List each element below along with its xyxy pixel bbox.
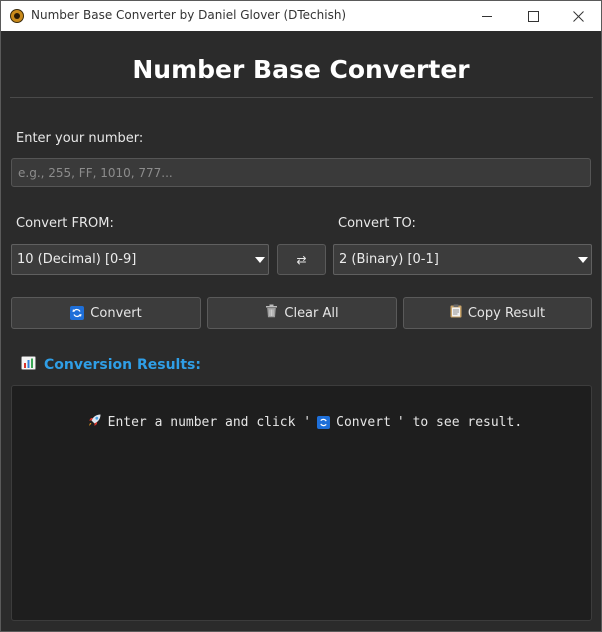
convert-button[interactable]: Convert xyxy=(11,297,201,329)
bar-chart-icon xyxy=(21,356,36,374)
copy-result-button[interactable]: Copy Result xyxy=(403,297,592,329)
results-message-button: Convert xyxy=(336,415,391,430)
clipboard-icon xyxy=(450,304,462,322)
convert-button-label: Convert xyxy=(90,305,142,321)
from-base-select[interactable]: 10 (Decimal) [0-9] xyxy=(11,244,269,275)
refresh-icon xyxy=(317,416,331,429)
clear-all-button-label: Clear All xyxy=(284,305,339,321)
chevron-down-icon xyxy=(253,246,267,273)
number-input[interactable] xyxy=(11,158,591,187)
from-base-value: 10 (Decimal) [0-9] xyxy=(17,252,137,267)
trash-icon xyxy=(265,304,278,322)
app-icon xyxy=(10,9,24,23)
close-button[interactable] xyxy=(555,1,601,31)
results-output[interactable]: Enter a number and click ' Convert ' to s… xyxy=(11,385,592,621)
swap-button[interactable]: ⇄ xyxy=(277,244,326,275)
number-input-label: Enter your number: xyxy=(16,131,144,146)
swap-icon: ⇄ xyxy=(296,252,307,267)
to-base-select[interactable]: 2 (Binary) [0-1] xyxy=(333,244,592,275)
results-message: Enter a number and click ' Convert ' to s… xyxy=(24,398,522,447)
results-message-prefix: Enter a number and click ' xyxy=(107,415,312,430)
clear-all-button[interactable]: Clear All xyxy=(207,297,397,329)
chevron-down-icon xyxy=(576,246,590,273)
maximize-icon xyxy=(527,10,539,22)
window-title: Number Base Converter by Daniel Glover (… xyxy=(31,8,347,22)
results-heading: Conversion Results: xyxy=(21,356,201,374)
title-bar: Number Base Converter by Daniel Glover (… xyxy=(1,1,601,31)
convert-to-label: Convert TO: xyxy=(338,216,416,231)
minimize-icon xyxy=(482,15,492,17)
results-title: Conversion Results: xyxy=(44,357,201,373)
to-base-value: 2 (Binary) [0-1] xyxy=(339,252,439,267)
app-window: Number Base Converter by Daniel Glover (… xyxy=(0,0,602,632)
copy-result-button-label: Copy Result xyxy=(467,305,546,321)
maximize-button[interactable] xyxy=(510,1,556,31)
results-message-suffix: ' to see result. xyxy=(396,415,523,430)
minimize-button[interactable] xyxy=(464,1,510,31)
page-title: Number Base Converter xyxy=(132,55,470,84)
header-divider xyxy=(10,97,593,98)
convert-from-label: Convert FROM: xyxy=(16,216,114,231)
close-icon xyxy=(572,10,584,22)
refresh-icon xyxy=(70,306,85,320)
rocket-icon xyxy=(24,398,102,447)
